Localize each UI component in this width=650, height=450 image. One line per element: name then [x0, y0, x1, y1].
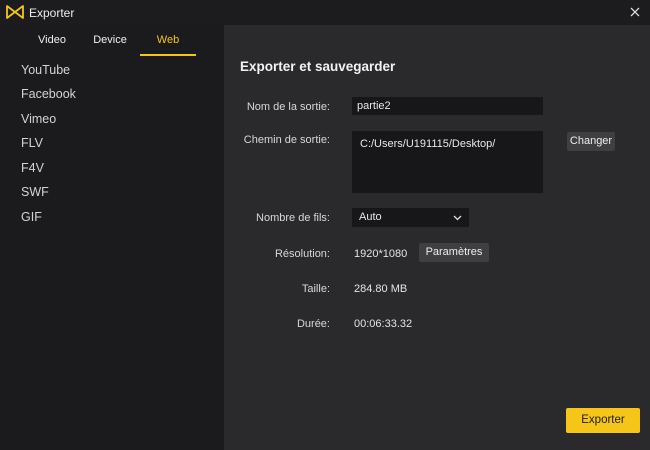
output-path-label: Chemin de sortie: [243, 134, 330, 146]
export-dialog: Exporter Video Device Web YouTube Facebo… [0, 0, 650, 450]
tab-web[interactable]: Web [140, 25, 196, 56]
output-name-label: Nom de la sortie: [246, 101, 330, 113]
format-tab-bar: Video Device Web [0, 25, 224, 56]
sidebar-item-gif[interactable]: GIF [21, 205, 211, 229]
output-path-field[interactable]: C:/Users/U191115/Desktop/ [352, 131, 543, 193]
sidebar-item-f4v[interactable]: F4V [21, 156, 211, 180]
bowtie-logo-icon [6, 5, 24, 19]
duration-value: 00:06:33.32 [354, 318, 413, 330]
duration-label: Durée: [296, 318, 330, 330]
export-button[interactable]: Exporter [566, 408, 640, 433]
sidebar-item-facebook[interactable]: Facebook [21, 82, 211, 106]
sidebar-item-youtube[interactable]: YouTube [21, 58, 211, 82]
size-value: 284.80 MB [354, 283, 408, 295]
resolution-value: 1920*1080 [354, 248, 408, 260]
change-path-button[interactable]: Changer [567, 132, 615, 151]
panel-title: Exporter et sauvegarder [240, 59, 396, 74]
threads-label: Nombre de fils: [256, 212, 330, 224]
sidebar-item-swf[interactable]: SWF [21, 180, 211, 204]
export-settings-panel: Exporter et sauvegarder Nom de la sortie… [224, 25, 650, 450]
sidebar-item-flv[interactable]: FLV [21, 131, 211, 155]
threads-select[interactable]: Auto [352, 208, 469, 227]
resolution-label: Résolution: [274, 248, 330, 260]
threads-selected-value: Auto [359, 211, 382, 223]
tab-device[interactable]: Device [82, 25, 138, 56]
close-button[interactable] [626, 3, 644, 21]
window-title: Exporter [29, 6, 75, 20]
tab-video[interactable]: Video [26, 25, 78, 56]
size-label: Taille: [301, 283, 330, 295]
chevron-down-icon [453, 215, 462, 221]
sidebar-item-vimeo[interactable]: Vimeo [21, 107, 211, 131]
close-icon [630, 7, 640, 17]
resolution-settings-button[interactable]: Paramètres [419, 243, 489, 262]
output-name-input[interactable] [352, 97, 543, 115]
title-bar: Exporter [0, 0, 650, 25]
format-sidebar: YouTube Facebook Vimeo FLV F4V SWF GIF [0, 56, 224, 450]
